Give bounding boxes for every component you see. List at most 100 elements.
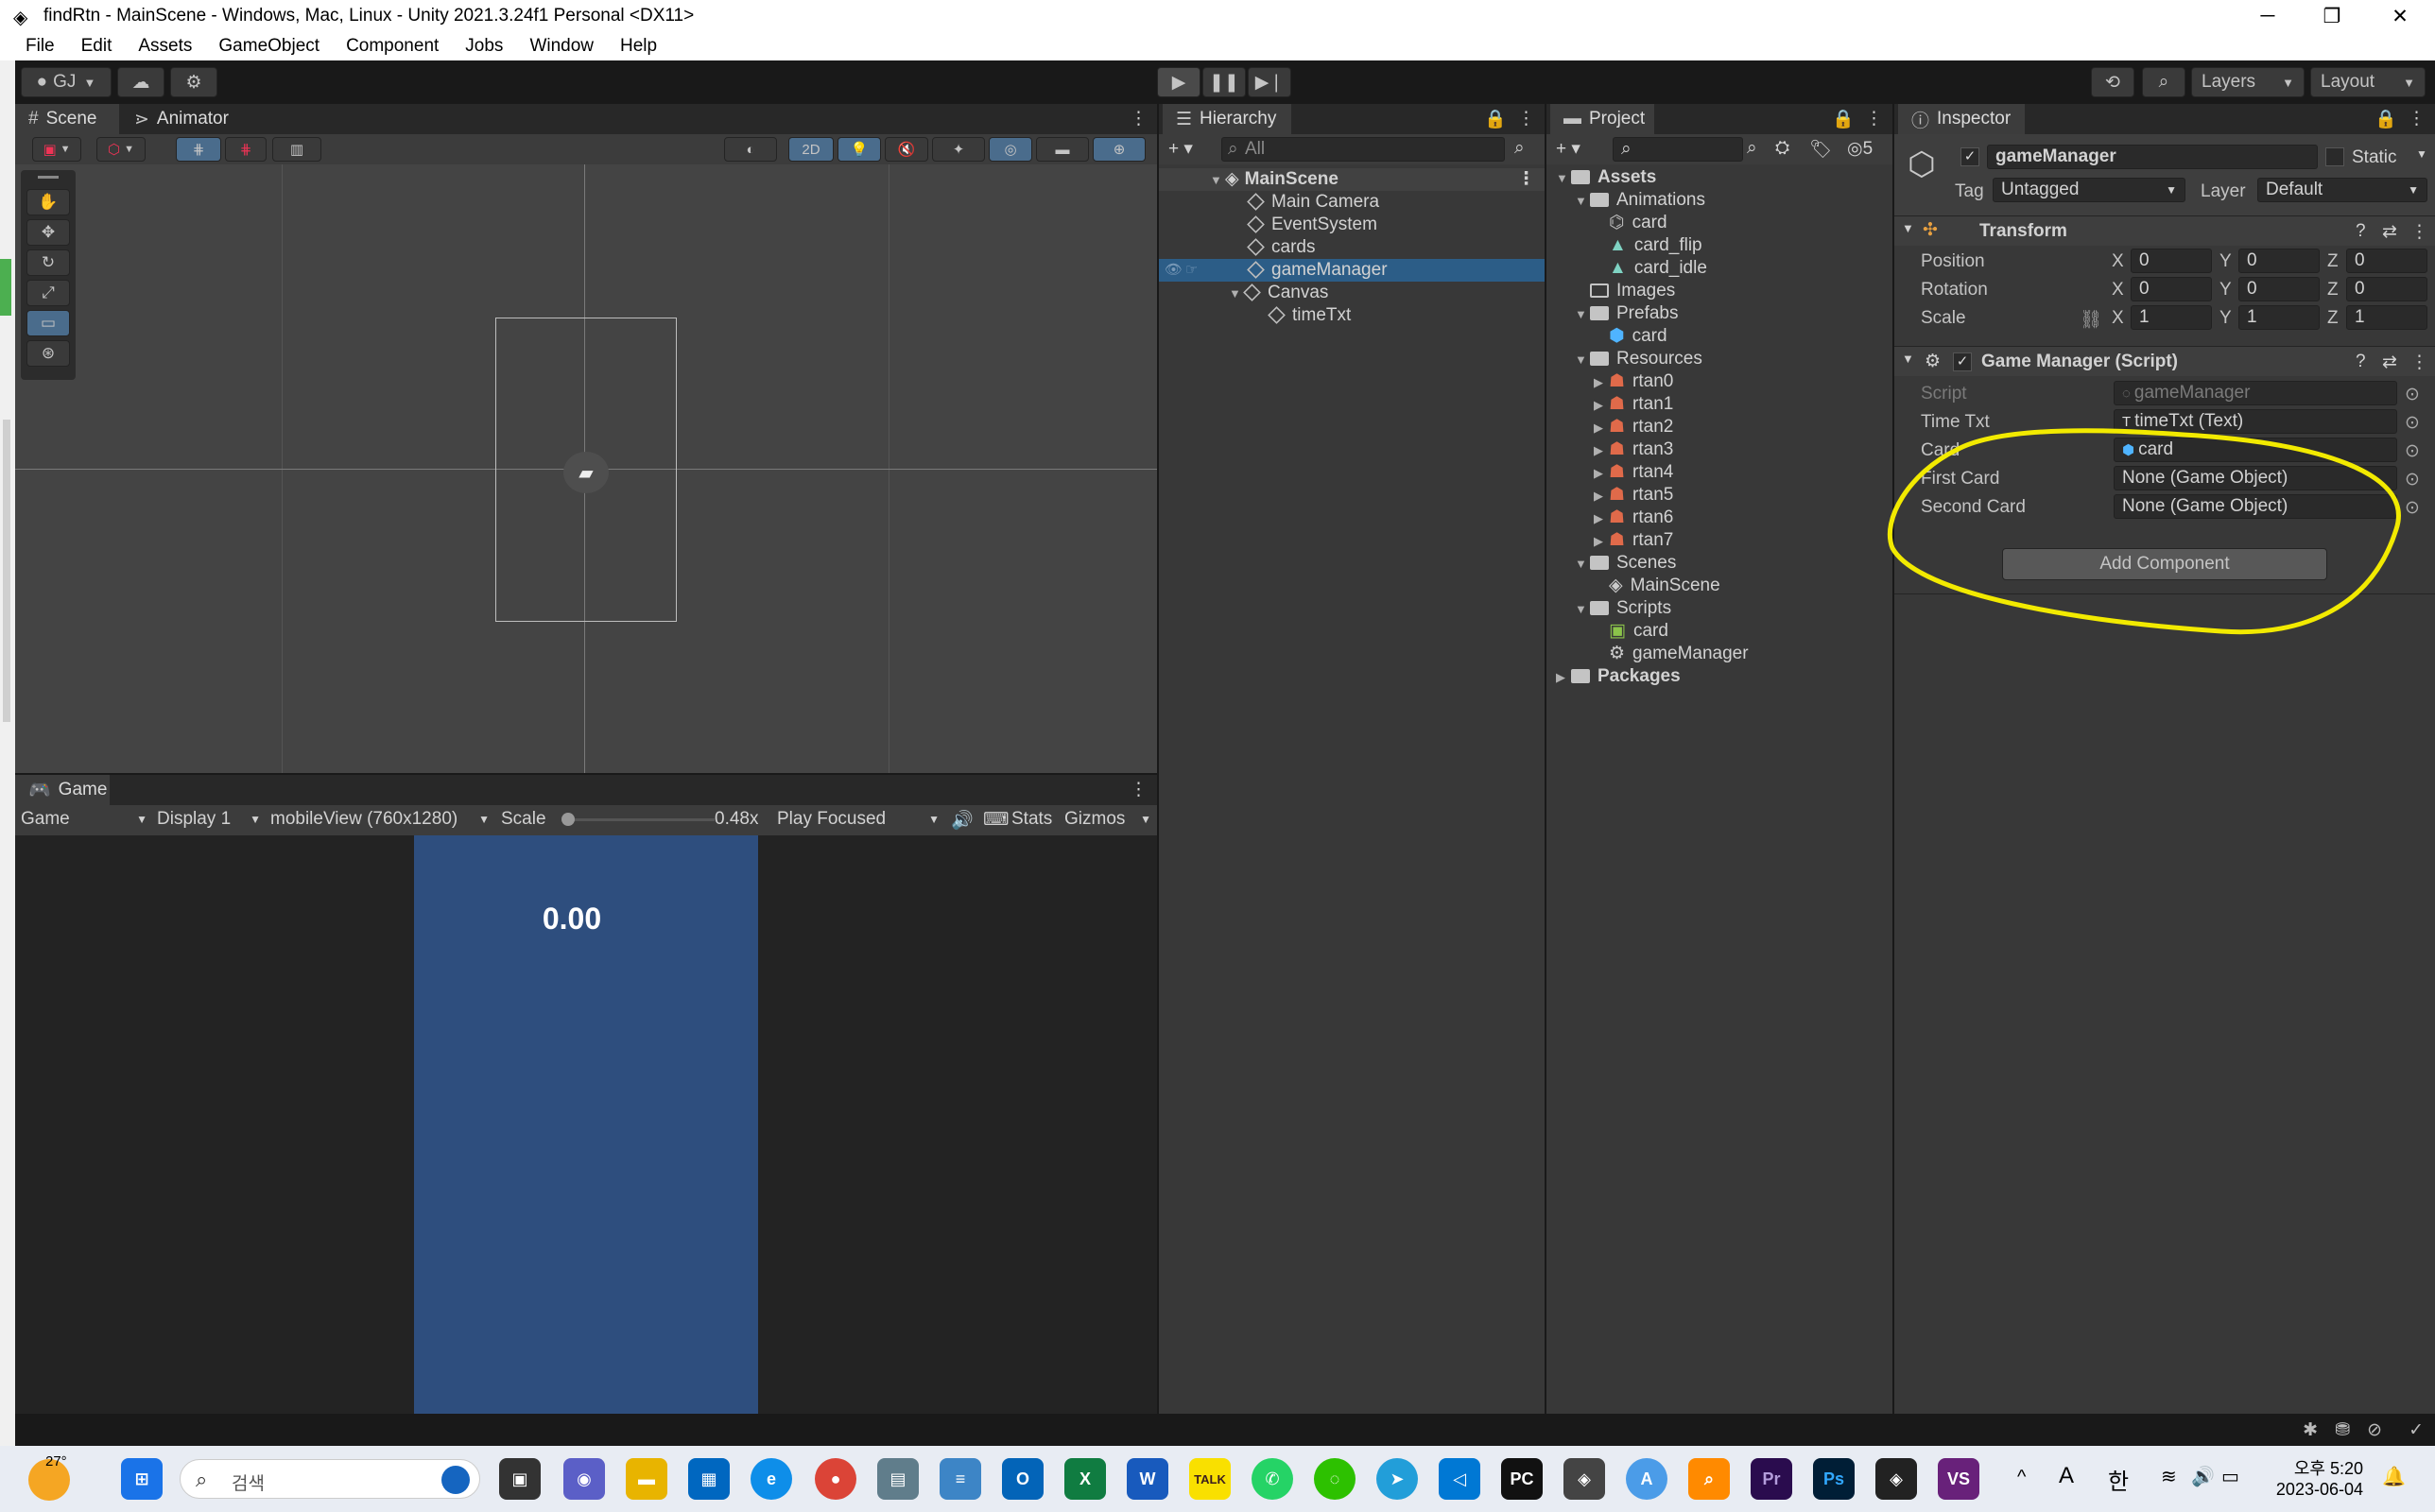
component-enabled-checkbox[interactable]: ✓ [1953, 352, 1972, 371]
project-item[interactable]: Images [1546, 280, 1892, 302]
hidden-objects-toggle[interactable]: ◎ [989, 137, 1032, 162]
menu-edit[interactable]: Edit [68, 32, 126, 60]
chrome-icon[interactable]: ● [815, 1458, 856, 1500]
hierarchy-item[interactable]: cards [1159, 236, 1545, 259]
play-button[interactable]: ▶ [1157, 67, 1200, 97]
kakaotalk-icon[interactable]: TALK [1189, 1458, 1231, 1500]
transform-header[interactable]: ▼ ✣ Transform ? ⇄ ⋮ [1894, 215, 2435, 246]
project-item[interactable]: ▶ ☗ rtan4 [1546, 461, 1892, 484]
audio-toggle[interactable]: 🔇 [885, 137, 928, 162]
transform-y-field[interactable]: 0 [2238, 249, 2320, 273]
resolution-dropdown[interactable]: mobileView (760x1280) ▼ [270, 809, 490, 830]
object-picker-icon[interactable]: ⊙ [2405, 440, 2420, 462]
battery-icon[interactable]: ▭ [2221, 1465, 2239, 1488]
search-filter-icon[interactable]: ⌕ [1514, 138, 1525, 159]
project-item[interactable]: ⬢ card [1546, 325, 1892, 348]
add-component-button[interactable]: Add Component [2002, 548, 2327, 580]
object-field[interactable]: None (Game Object) [2114, 466, 2397, 490]
ime-mode-han[interactable]: 한 [2108, 1463, 2129, 1496]
add-object-button[interactable]: + ▾ [1168, 138, 1193, 160]
notification-icon[interactable]: 🔔 [2382, 1465, 2406, 1488]
calculator-icon[interactable]: ▤ [877, 1458, 919, 1500]
more-options-icon[interactable]: ⋮ [1517, 168, 1535, 191]
lighting-toggle[interactable]: 💡 [838, 137, 881, 162]
filter-label-icon[interactable]: 🏷 [1809, 138, 1832, 161]
transform-y-field[interactable]: 1 [2238, 305, 2320, 330]
hierarchy-item[interactable]: Main Camera [1159, 191, 1545, 214]
draw-mode-dropdown[interactable]: ▣ ▼ [32, 137, 81, 162]
project-item[interactable]: ▣ card [1546, 620, 1892, 643]
more-options-icon[interactable]: ⋮ [2408, 108, 2426, 129]
object-picker-icon[interactable]: ⊙ [2405, 384, 2420, 405]
telegram-icon[interactable]: ➤ [1376, 1458, 1418, 1500]
stats-toggle[interactable]: Stats [1011, 809, 1052, 830]
game-viewport[interactable]: 0.00 [15, 835, 1157, 1414]
unity-hub-icon[interactable]: ◈ [1563, 1458, 1605, 1500]
more-options-icon[interactable]: ⋮ [1517, 108, 1535, 129]
scale-slider[interactable] [561, 813, 715, 826]
camera-dropdown[interactable]: ▬ [1036, 137, 1089, 162]
grid-settings-dropdown[interactable]: ▥ [272, 137, 321, 162]
tab-hierarchy[interactable]: ☰ Hierarchy [1163, 104, 1291, 134]
hand-tool-button[interactable]: ✋ [26, 189, 70, 215]
tab-scene[interactable]: # Scene [15, 104, 119, 134]
maximize-button[interactable]: ❐ [2301, 0, 2363, 32]
teams-chat-icon[interactable]: ◉ [563, 1458, 605, 1500]
minimize-button[interactable]: ─ [2236, 0, 2299, 32]
scale-tool-button[interactable]: ⤢ [26, 280, 70, 306]
close-button[interactable]: ✕ [2369, 0, 2431, 32]
search-by-type-icon[interactable]: ⌕ [1747, 138, 1757, 159]
more-options-icon[interactable]: ⋮ [1865, 108, 1883, 129]
lock-icon[interactable]: 🔒 [2375, 108, 2397, 130]
project-item[interactable]: ▶ ☗ rtan7 [1546, 529, 1892, 552]
menu-component[interactable]: Component [333, 32, 452, 60]
project-item[interactable]: ▼ Prefabs [1546, 302, 1892, 325]
tag-dropdown[interactable]: Untagged ▼ [1993, 178, 2185, 202]
task-view-icon[interactable]: ▣ [499, 1458, 541, 1500]
object-field[interactable]: ⬢ card [2114, 438, 2397, 462]
project-item[interactable]: ⚙ gameManager [1546, 643, 1892, 665]
file-explorer-icon[interactable]: ▬ [626, 1458, 667, 1500]
render-mode-dropdown[interactable]: ⬡ ▼ [96, 137, 146, 162]
search-app-icon[interactable]: ⌕ [1688, 1458, 1730, 1500]
notepad-icon[interactable]: ≡ [940, 1458, 981, 1500]
tab-animator[interactable]: ⋗ Animator [121, 104, 253, 134]
lock-icon[interactable]: 🔒 [1832, 108, 1855, 130]
grid-snap-toggle[interactable]: ⋕ [176, 137, 221, 162]
wifi-icon[interactable]: ≋ [2161, 1465, 2177, 1488]
chevron-down-icon[interactable]: ▼ [2416, 147, 2427, 161]
project-item[interactable]: ▼ Assets [1546, 166, 1892, 189]
layer-dropdown[interactable]: Default ▼ [2257, 178, 2427, 202]
transform-tool-button[interactable]: ⊛ [26, 340, 70, 367]
object-picker-icon[interactable]: ⊙ [2405, 497, 2420, 519]
display-dropdown[interactable]: Display 1 ▼ [157, 809, 261, 830]
object-picker-icon[interactable]: ⊙ [2405, 412, 2420, 434]
project-item[interactable]: ▶ ☗ rtan3 [1546, 438, 1892, 461]
effects-dropdown[interactable]: ✦ [932, 137, 985, 162]
play-mode-dropdown[interactable]: Play Focused ▼ [777, 809, 940, 830]
object-field[interactable]: TtimeTxt (Text) [2114, 409, 2397, 434]
pycharm-icon[interactable]: PC [1501, 1458, 1543, 1500]
project-item[interactable]: ▶ ☗ rtan0 [1546, 370, 1892, 393]
project-item[interactable]: ▼ Scenes [1546, 552, 1892, 575]
photoshop-icon[interactable]: Ps [1813, 1458, 1855, 1500]
clock-date[interactable]: 2023-06-04 [2269, 1480, 2363, 1500]
shading-dropdown[interactable]: ◐ [724, 137, 777, 162]
transform-x-field[interactable]: 0 [2131, 249, 2212, 273]
tab-project[interactable]: ▬ Project [1550, 104, 1654, 134]
volume-icon[interactable]: 🔊 [2191, 1465, 2215, 1488]
camera-gizmo-icon[interactable]: ▰ [563, 452, 609, 493]
move-tool-button[interactable]: ✥ [26, 219, 70, 246]
static-checkbox[interactable] [2325, 147, 2344, 166]
hidden-packages-toggle[interactable]: ◎5 [1847, 138, 1873, 160]
app-store-icon[interactable]: A [1626, 1458, 1667, 1500]
collab-button[interactable]: ⚙ [170, 67, 217, 97]
project-search-input[interactable]: ⌕ [1613, 137, 1743, 162]
account-dropdown[interactable]: ● GJ ▼ [21, 67, 112, 97]
excel-icon[interactable]: X [1064, 1458, 1106, 1500]
start-button[interactable]: ⊞ [121, 1458, 163, 1500]
create-asset-button[interactable]: + ▾ [1556, 138, 1580, 160]
project-item[interactable]: ▼ Resources [1546, 348, 1892, 370]
hierarchy-item[interactable]: EventSystem [1159, 214, 1545, 236]
more-options-icon[interactable]: ⋮ [1130, 108, 1148, 129]
